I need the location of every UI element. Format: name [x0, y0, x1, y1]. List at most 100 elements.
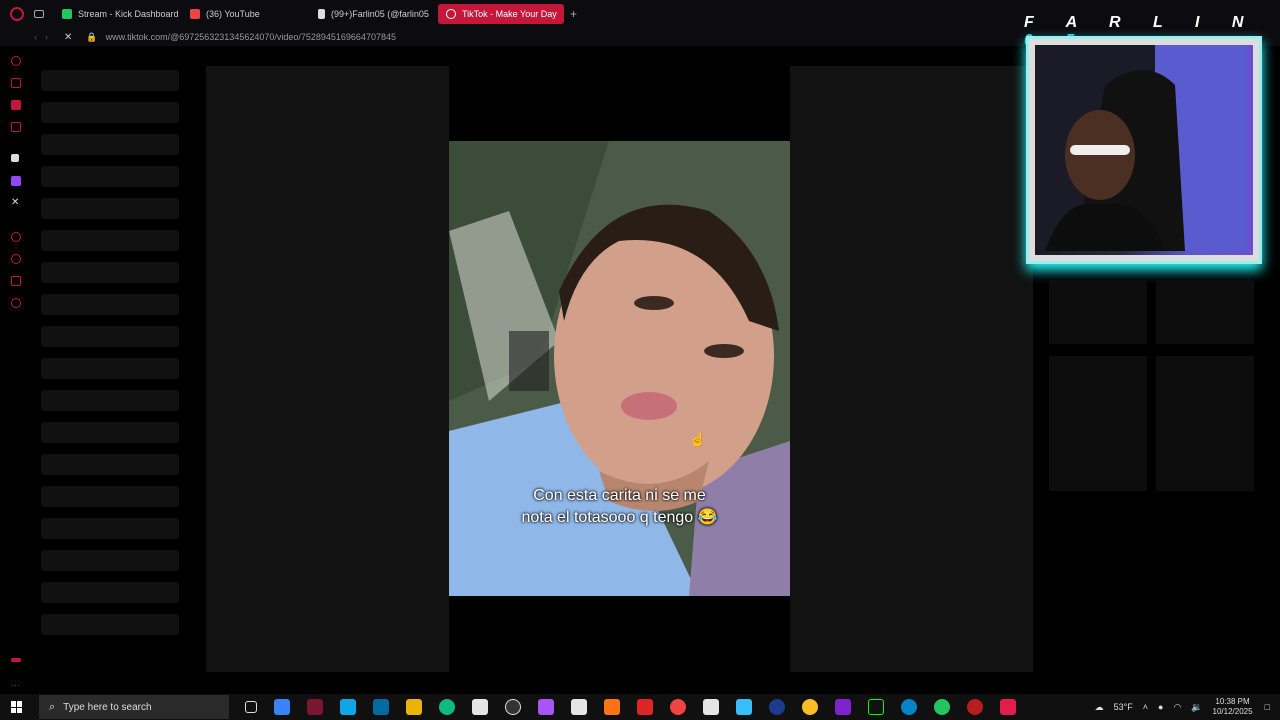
more-icon[interactable]: …	[11, 679, 21, 690]
app-purple-icon[interactable]	[538, 699, 554, 715]
opera-gx-icon[interactable]	[307, 699, 323, 715]
tab-farlin05[interactable]: (99+)Farlin05 (@farlin05	[310, 4, 438, 24]
system-tray: ☁ 53°F ˄ ● ◠ 🔉 10:38 PM 10/12/2025 □	[1095, 694, 1280, 720]
webcam-frame	[1026, 36, 1262, 264]
video-side-panel-right	[790, 66, 1033, 672]
kick-side-icon[interactable]	[11, 154, 19, 162]
skeleton-item	[41, 422, 179, 443]
skeleton-item	[41, 166, 179, 187]
skeleton-item	[41, 70, 179, 91]
wifi-icon[interactable]: ◠	[1173, 702, 1181, 713]
edge-dev-icon[interactable]	[901, 699, 917, 715]
tab-label: Stream - Kick Dashboard	[78, 9, 179, 19]
skeleton-item	[41, 294, 179, 315]
skeleton-item	[41, 582, 179, 603]
shopping-icon[interactable]	[11, 78, 21, 88]
search-placeholder: Type here to search	[63, 701, 152, 713]
youtube-icon	[190, 9, 200, 19]
skeleton-item	[41, 486, 179, 507]
terminal-icon[interactable]	[868, 699, 884, 715]
forward-icon[interactable]: ›	[45, 32, 48, 42]
chrome-2-icon[interactable]	[802, 699, 818, 715]
tab-menu-icon[interactable]	[34, 10, 44, 18]
kick-icon	[62, 9, 72, 19]
new-tab-button[interactable]: +	[570, 7, 577, 21]
mouse-cursor-icon: ☝	[689, 431, 707, 447]
loading-skeleton-list	[41, 70, 179, 646]
tab-label: TikTok - Make Your Day	[462, 9, 557, 19]
capcut-3-icon[interactable]	[703, 699, 719, 715]
vlc-icon[interactable]	[604, 699, 620, 715]
skeleton-item	[41, 134, 179, 155]
tiktok-app-icon[interactable]	[1000, 699, 1016, 715]
whatsapp-icon[interactable]	[11, 122, 21, 132]
reco-card[interactable]	[1049, 356, 1147, 491]
pin-icon[interactable]	[11, 276, 21, 286]
opera-gx-2-icon[interactable]	[967, 699, 983, 715]
messenger-icon[interactable]	[11, 100, 21, 110]
youtube-app-icon[interactable]	[637, 699, 653, 715]
webcam-feed	[1035, 45, 1253, 255]
file-explorer-icon[interactable]	[406, 699, 422, 715]
tab-label: (99+)Farlin05 (@farlin05	[331, 9, 429, 19]
skeleton-item	[41, 454, 179, 475]
weather-temp[interactable]: 53°F	[1114, 702, 1133, 712]
player-icon[interactable]	[11, 232, 21, 242]
chevron-up-icon[interactable]: ˄	[1143, 702, 1148, 712]
tab-kick-dashboard[interactable]: Stream - Kick Dashboard	[54, 4, 182, 24]
skeleton-item	[41, 358, 179, 379]
browser-sidebar: ✕ …	[0, 46, 32, 694]
weather-icon[interactable]: ☁	[1095, 702, 1104, 713]
settings-icon[interactable]	[11, 298, 21, 308]
skeleton-item	[41, 198, 179, 219]
twitch-icon[interactable]	[11, 176, 21, 186]
opera-logo-icon[interactable]	[10, 7, 24, 21]
video-caption: Con esta carita ni se me nota el totasoo…	[449, 485, 790, 529]
reco-card[interactable]	[1049, 280, 1147, 344]
windows-start-icon[interactable]	[11, 701, 23, 713]
loading-icon	[446, 9, 456, 19]
skeleton-item	[41, 230, 179, 251]
skeleton-item	[41, 550, 179, 571]
skeleton-item	[41, 518, 179, 539]
taskbar-search[interactable]: ⌕ Type here to search	[39, 695, 229, 719]
tab-youtube[interactable]: (36) YouTube	[182, 4, 310, 24]
skeleton-item	[41, 390, 179, 411]
steam-icon[interactable]	[769, 699, 785, 715]
task-view-icon[interactable]	[245, 701, 257, 713]
chrome-icon[interactable]	[670, 699, 686, 715]
copilot-icon[interactable]	[274, 699, 290, 715]
clock-date: 10/12/2025	[1212, 707, 1253, 716]
nzxt-icon[interactable]	[835, 699, 851, 715]
caption-line-1: Con esta carita ni se me	[533, 487, 706, 504]
skeleton-item	[41, 614, 179, 635]
streamer-figure	[1035, 45, 1247, 251]
stop-icon[interactable]: ✕	[64, 32, 72, 43]
spotify-icon[interactable]	[934, 699, 950, 715]
url-text[interactable]: www.tiktok.com/@6972563231345624070/vide…	[106, 32, 396, 42]
taskbar-clock[interactable]: 10:38 PM 10/12/2025	[1213, 697, 1253, 717]
reco-card[interactable]	[1156, 280, 1254, 344]
x-icon[interactable]: ✕	[11, 198, 21, 208]
edge-icon[interactable]	[439, 699, 455, 715]
mic-icon[interactable]: ●	[1158, 702, 1163, 712]
opera-ai-icon[interactable]	[11, 56, 21, 66]
video-player[interactable]: Con esta carita ni se me nota el totasoo…	[449, 141, 790, 596]
reco-card[interactable]	[1156, 356, 1254, 491]
lock-icon: 🔒	[86, 31, 98, 42]
gx-icon[interactable]	[11, 658, 21, 662]
history-icon[interactable]	[11, 254, 21, 264]
title-main: F A R L I N	[1024, 14, 1258, 31]
store-icon[interactable]	[340, 699, 356, 715]
notification-icon[interactable]: □	[1265, 702, 1270, 712]
back-icon[interactable]: ‹	[34, 32, 37, 42]
photos-icon[interactable]	[736, 699, 752, 715]
capcut-icon[interactable]	[472, 699, 488, 715]
volume-icon[interactable]: 🔉	[1191, 702, 1202, 713]
outlook-icon[interactable]	[373, 699, 389, 715]
capcut-2-icon[interactable]	[571, 699, 587, 715]
obs-icon[interactable]	[505, 699, 521, 715]
skeleton-item	[41, 262, 179, 283]
tab-tiktok[interactable]: TikTok - Make Your Day	[438, 4, 564, 24]
windows-taskbar: ⌕ Type here to search ☁ 53°F ˄ ● ◠ 🔉 10:…	[0, 694, 1280, 720]
